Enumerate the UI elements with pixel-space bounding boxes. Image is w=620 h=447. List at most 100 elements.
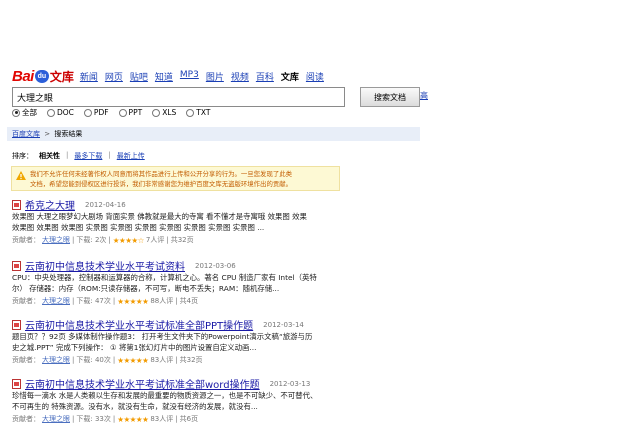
sort-most-downloaded[interactable]: 最多下载 xyxy=(74,151,102,161)
result-meta: 贡献者： 大理之眼 | 下载: 33次 | ★★★★★ 83人评 | 共6页 xyxy=(12,414,317,424)
filter-ppt[interactable]: PPT xyxy=(118,108,143,117)
result-snippet: CPU：中央处理器，控制器和运算器的合称，计算机之心。著名 CPU 制造厂家有 … xyxy=(12,273,317,294)
divider: | xyxy=(166,236,169,244)
snippet-line: CPU：中央处理器，控制器和运算器的合称，计算机之心。著名 CPU 制造厂家有 … xyxy=(12,273,317,282)
snippet-line: 珍惜每一滴水 水是人类赖以生存和发展的最重要的物质资源之一，也是不可缺少、不可替… xyxy=(12,391,318,400)
filter-label: PPT xyxy=(128,108,143,117)
divider: | xyxy=(72,236,75,244)
nav-video[interactable]: 视频 xyxy=(231,70,249,83)
result-item: 云南初中信息技术学业水平考试资料 2012-03-06 CPU：中央处理器，控制… xyxy=(12,259,317,306)
radio-icon[interactable] xyxy=(152,108,161,117)
rating-stars-icon: ★★★★★ xyxy=(117,296,149,306)
nav-reading[interactable]: 阅读 xyxy=(306,70,324,83)
contributor-label: 贡献者： xyxy=(12,356,40,364)
nav-news[interactable]: 新闻 xyxy=(80,70,98,83)
download-count: 下载: 2次 xyxy=(76,236,107,244)
divider: | xyxy=(112,297,116,305)
result-title-link[interactable]: 云南初中信息技术学业水平考试标准全部PPT操作题 xyxy=(25,317,253,332)
filter-xls[interactable]: XLS xyxy=(152,108,176,117)
breadcrumb-sep: > xyxy=(44,130,51,138)
rating-stars-icon: ★★★★★ xyxy=(117,355,149,365)
filter-label: XLS xyxy=(162,108,177,117)
radio-icon[interactable] xyxy=(83,108,92,117)
result-snippet: 珍惜每一滴水 水是人类赖以生存和发展的最重要的物质资源之一，也是不可缺少、不可替… xyxy=(12,391,317,412)
notice-line: 我们不允许任何未经著作权人同意而将其作品进行上传和公开分享的行为。一旦您发现了此… xyxy=(30,170,293,178)
nav-images[interactable]: 图片 xyxy=(206,70,224,83)
result-date: 2012-03-14 xyxy=(263,320,304,329)
search-docs-button[interactable]: 搜索文档 xyxy=(360,87,420,107)
nav-tieba[interactable]: 贴吧 xyxy=(130,70,148,83)
search-input[interactable] xyxy=(12,87,345,107)
page-count: 共4页 xyxy=(179,297,199,305)
breadcrumb-home[interactable]: 百度文库 xyxy=(12,130,40,138)
page-count: 共6页 xyxy=(179,415,199,423)
filter-doc[interactable]: DOC xyxy=(47,108,74,117)
download-count: 下载: 40次 xyxy=(76,356,111,364)
result-meta: 贡献者： 大理之眼 | 下载: 40次 | ★★★★★ 83人评 | 共32页 xyxy=(12,355,312,365)
divider: | xyxy=(175,415,178,423)
logo-bai-text: Bai xyxy=(12,68,34,85)
divider: | xyxy=(72,415,75,423)
rating-count: 83人评 xyxy=(150,415,174,423)
result-title-link[interactable]: 云南初中信息技术学业水平考试资料 xyxy=(25,258,185,273)
contributor-link[interactable]: 大理之眼 xyxy=(42,235,70,245)
filter-label: DOC xyxy=(57,108,74,117)
sort-relevance[interactable]: 相关性 xyxy=(39,151,60,161)
result-date: 2012-03-13 xyxy=(269,379,311,388)
doc-file-icon xyxy=(12,378,21,389)
notice-line: 文档，希望您能到侵权区进行投诉，我们非常感谢您为维护百度文库无盗版环境作出的贡献… xyxy=(30,180,293,188)
result-title-link[interactable]: 希克之大理 xyxy=(25,197,75,212)
doc-type-filter: 全部 DOC PDF PPT XLS TXT xyxy=(12,107,210,118)
divider: | xyxy=(66,151,69,159)
divider: | xyxy=(108,151,111,159)
warning-icon xyxy=(16,171,26,180)
contributor-label: 贡献者： xyxy=(12,297,40,305)
divider: | xyxy=(72,297,75,305)
nav-zhidao[interactable]: 知道 xyxy=(155,70,173,83)
snippet-line: 题目页？？92页 多媒体制作操作题3： 打开考生文件夹下的Powerpoint演… xyxy=(12,332,313,341)
sort-bar: 排序： 相关性 | 最多下载 | 最新上传 xyxy=(12,151,145,161)
filter-txt[interactable]: TXT xyxy=(186,108,210,117)
radio-icon[interactable] xyxy=(12,108,20,117)
page-count: 共32页 xyxy=(179,356,203,364)
nav-baike[interactable]: 百科 xyxy=(256,70,274,83)
logo-paw-icon: du xyxy=(34,70,49,83)
filter-label: 全部 xyxy=(22,108,37,117)
snippet-line: 尔） 存储器：内存（ROM:只读存储器，不可写，断电不丢失；RAM：随机存储..… xyxy=(12,283,280,293)
rating-count: 83人评 xyxy=(150,356,174,364)
download-count: 下载: 33次 xyxy=(76,415,111,423)
search-bar: 搜索文档 xyxy=(12,87,420,107)
result-title-link[interactable]: 云南初中信息技术学业水平考试标准全部word操作题 xyxy=(25,376,260,391)
radio-icon[interactable] xyxy=(47,108,55,117)
snippet-line: 不可再生的 特殊资源。没有水，就没有生命，就没有经济的发展，就没有... xyxy=(12,401,258,411)
filter-pdf[interactable]: PDF xyxy=(83,108,109,117)
advanced-search-link[interactable]: 高 xyxy=(420,90,428,101)
result-item: 希克之大理 2012-04-16 效果图 大理之眼梦幻大剧场 背面实景 佛教就是… xyxy=(12,198,307,245)
result-snippet: 效果图 大理之眼梦幻大剧场 背面实景 佛教就是最大的寺寓 看不懂才是寺寓哦 效果… xyxy=(12,212,307,233)
contributor-link[interactable]: 大理之眼 xyxy=(42,296,70,306)
result-item: 云南初中信息技术学业水平考试标准全部PPT操作题 2012-03-14 题目页？… xyxy=(12,318,312,365)
filter-all[interactable]: 全部 xyxy=(12,107,37,118)
nav-wenku: 文库 xyxy=(280,73,299,83)
divider: | xyxy=(175,297,178,305)
filter-label: PDF xyxy=(93,108,109,117)
doc-file-icon xyxy=(12,260,21,271)
page-count: 共32页 xyxy=(170,236,194,244)
result-snippet: 题目页？？92页 多媒体制作操作题3： 打开考生文件夹下的Powerpoint演… xyxy=(12,332,312,353)
contributor-link[interactable]: 大理之眼 xyxy=(42,414,70,424)
baidu-wenku-logo[interactable]: Bai du 文库 xyxy=(12,66,74,84)
divider: | xyxy=(72,356,75,364)
nav-web[interactable]: 网页 xyxy=(105,70,123,83)
snippet-line: 效果图 效果图 效果图 实景图 实景图 实景图 实景图 实景图 实景图 实景图 … xyxy=(12,222,265,232)
rating-count: 88人评 xyxy=(150,297,174,305)
contributor-label: 贡献者： xyxy=(12,415,40,423)
nav-mp3[interactable]: MP3 xyxy=(180,70,199,83)
header: Bai du 文库 新闻 网页 贴吧 知道 MP3 图片 视频 百科 文库 阅读 xyxy=(12,66,324,84)
contributor-link[interactable]: 大理之眼 xyxy=(42,355,70,365)
sort-newest[interactable]: 最新上传 xyxy=(117,151,145,161)
snippet-line: 效果图 大理之眼梦幻大剧场 背面实景 佛教就是最大的寺寓 看不懂才是寺寓哦 效果… xyxy=(12,212,307,221)
sort-label: 排序： xyxy=(12,152,33,160)
rating-stars-icon: ★★★★☆ xyxy=(112,235,145,245)
radio-icon[interactable] xyxy=(186,108,195,117)
radio-icon[interactable] xyxy=(118,108,127,117)
